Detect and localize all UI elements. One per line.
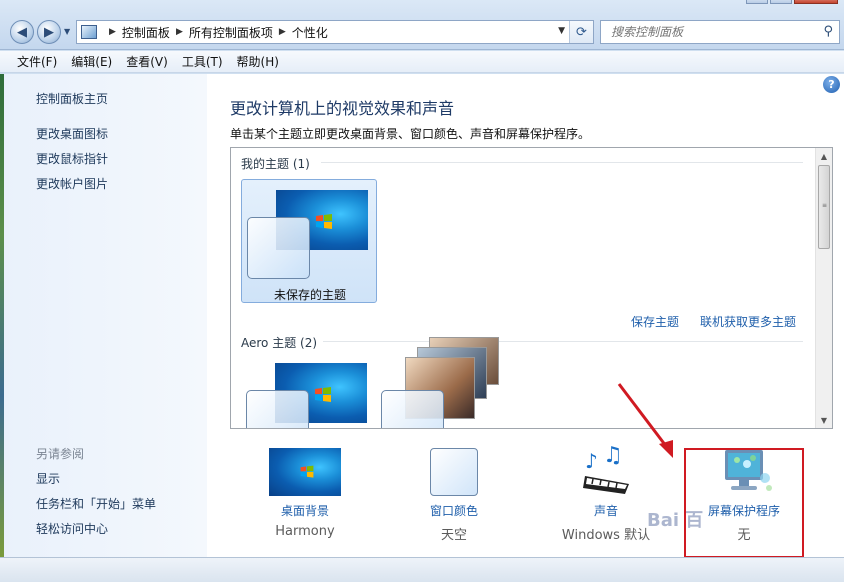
breadcrumb-personalization[interactable]: 个性化	[292, 24, 328, 41]
scroll-up-icon[interactable]: ▲	[816, 148, 832, 164]
sidebar-change-mouse-pointers[interactable]: 更改鼠标指针	[36, 150, 108, 167]
address-bar[interactable]: ▶ 控制面板 ▶ 所有控制面板项 ▶ 个性化 ▼ ⟳	[76, 20, 594, 44]
menu-view[interactable]: 查看(V)	[126, 53, 168, 70]
annotation-arrow-icon	[617, 383, 673, 458]
menu-help[interactable]: 帮助(H)	[237, 53, 279, 70]
window-glass-preview	[381, 390, 444, 428]
forward-button[interactable]: ▶	[37, 20, 61, 44]
sidebar-home-link[interactable]: 控制面板主页	[36, 90, 108, 107]
desktop-background-button[interactable]: 桌面背景 Harmony	[240, 442, 370, 552]
forward-arrow-icon: ▶	[44, 24, 54, 40]
breadcrumb-separator-icon[interactable]: ▶	[279, 27, 286, 37]
maximize-button[interactable]	[770, 0, 792, 4]
breadcrumb-separator-icon[interactable]: ▶	[176, 27, 183, 37]
scroll-down-icon[interactable]: ▼	[816, 412, 832, 428]
desktop-edge-strip	[0, 74, 4, 557]
help-icon[interactable]: ?	[823, 76, 840, 93]
back-arrow-icon: ◀	[17, 24, 27, 40]
window-glass-preview	[246, 390, 309, 428]
theme-list-scrollbar[interactable]: ▲ ≡ ▼	[815, 148, 832, 428]
scroll-grip-icon: ≡	[822, 202, 828, 209]
windows-logo-icon	[300, 465, 314, 478]
desktop-background-value: Harmony	[275, 524, 335, 539]
theme-windows7[interactable]	[241, 359, 377, 428]
watermark-text: Bai 百	[647, 510, 704, 531]
sidebar-change-desktop-icons[interactable]: 更改桌面图标	[36, 125, 108, 142]
status-bar	[0, 557, 844, 582]
menu-file[interactable]: 文件(F)	[17, 53, 57, 70]
window-color-icon	[430, 448, 478, 496]
theme-unsaved[interactable]: 未保存的主题	[241, 179, 377, 303]
save-theme-link[interactable]: 保存主题	[631, 313, 679, 330]
main-content: ? 更改计算机上的视觉效果和声音 单击某个主题立即更改桌面背景、窗口颜色、声音和…	[207, 74, 844, 558]
recent-pages-dropdown[interactable]: ▼	[64, 27, 70, 36]
control-panel-icon	[81, 25, 97, 39]
theme-photos[interactable]	[381, 337, 517, 428]
desktop-background-label: 桌面背景	[280, 504, 329, 518]
close-button[interactable]	[794, 0, 838, 4]
search-input[interactable]	[611, 25, 811, 39]
divider	[323, 341, 803, 342]
breadcrumb-control-panel[interactable]: 控制面板	[122, 24, 170, 41]
wallpaper-icon	[269, 448, 341, 496]
sidebar-change-account-picture[interactable]: 更改帐户图片	[36, 175, 108, 192]
breadcrumb-all-items[interactable]: 所有控制面板项	[189, 24, 273, 41]
windows-logo-icon	[315, 387, 331, 402]
scroll-thumb[interactable]: ≡	[818, 165, 830, 249]
windows-logo-icon	[316, 214, 332, 229]
screensaver-button[interactable]: 屏幕保护程序 无	[679, 442, 809, 552]
window-color-label: 窗口颜色	[429, 504, 478, 518]
get-more-themes-link[interactable]: 联机获取更多主题	[700, 313, 796, 330]
minimize-button[interactable]	[746, 0, 768, 4]
search-box[interactable]: ⚲	[600, 20, 840, 44]
window-glass-preview	[247, 217, 310, 279]
see-also-ease-of-access[interactable]: 轻松访问中心	[36, 520, 108, 537]
address-dropdown-icon[interactable]: ▼	[558, 26, 565, 36]
menu-edit[interactable]: 编辑(E)	[71, 53, 112, 70]
aero-themes-header: Aero 主题 (2)	[241, 336, 318, 350]
window-color-value: 天空	[440, 528, 467, 543]
back-button[interactable]: ◀	[10, 20, 34, 44]
svg-text:♪: ♪	[585, 449, 598, 473]
see-also-heading: 另请参阅	[36, 447, 85, 461]
see-also-display[interactable]: 显示	[36, 470, 60, 487]
refresh-button[interactable]: ⟳	[569, 21, 593, 43]
see-also-taskbar-start-menu[interactable]: 任务栏和「开始」菜单	[36, 495, 156, 512]
menu-bar: 文件(F) 编辑(E) 查看(V) 工具(T) 帮助(H)	[0, 51, 844, 73]
theme-list: 我的主题 (1) 未保存的主题 保存主题 联机获取更多主题 Aero 主题 (2…	[230, 147, 833, 429]
divider	[321, 162, 803, 163]
search-icon[interactable]: ⚲	[823, 24, 833, 39]
window-color-button[interactable]: 窗口颜色 天空	[389, 442, 519, 552]
screensaver-icon	[725, 450, 772, 491]
breadcrumb-separator-icon[interactable]: ▶	[109, 27, 116, 37]
page-title: 更改计算机上的视觉效果和声音	[230, 99, 455, 118]
page-subtitle: 单击某个主题立即更改桌面背景、窗口颜色、声音和屏幕保护程序。	[230, 127, 591, 141]
sidebar: 控制面板主页 更改桌面图标 更改鼠标指针 更改帐户图片 另请参阅 显示 任务栏和…	[0, 74, 207, 557]
my-themes-header: 我的主题 (1)	[241, 157, 310, 171]
menu-tools[interactable]: 工具(T)	[182, 53, 223, 70]
theme-unsaved-label: 未保存的主题	[273, 288, 346, 302]
address-toolbar: ◀ ▶ ▼ ▶ 控制面板 ▶ 所有控制面板项 ▶ 个性化 ▼ ⟳ ⚲	[0, 0, 844, 50]
